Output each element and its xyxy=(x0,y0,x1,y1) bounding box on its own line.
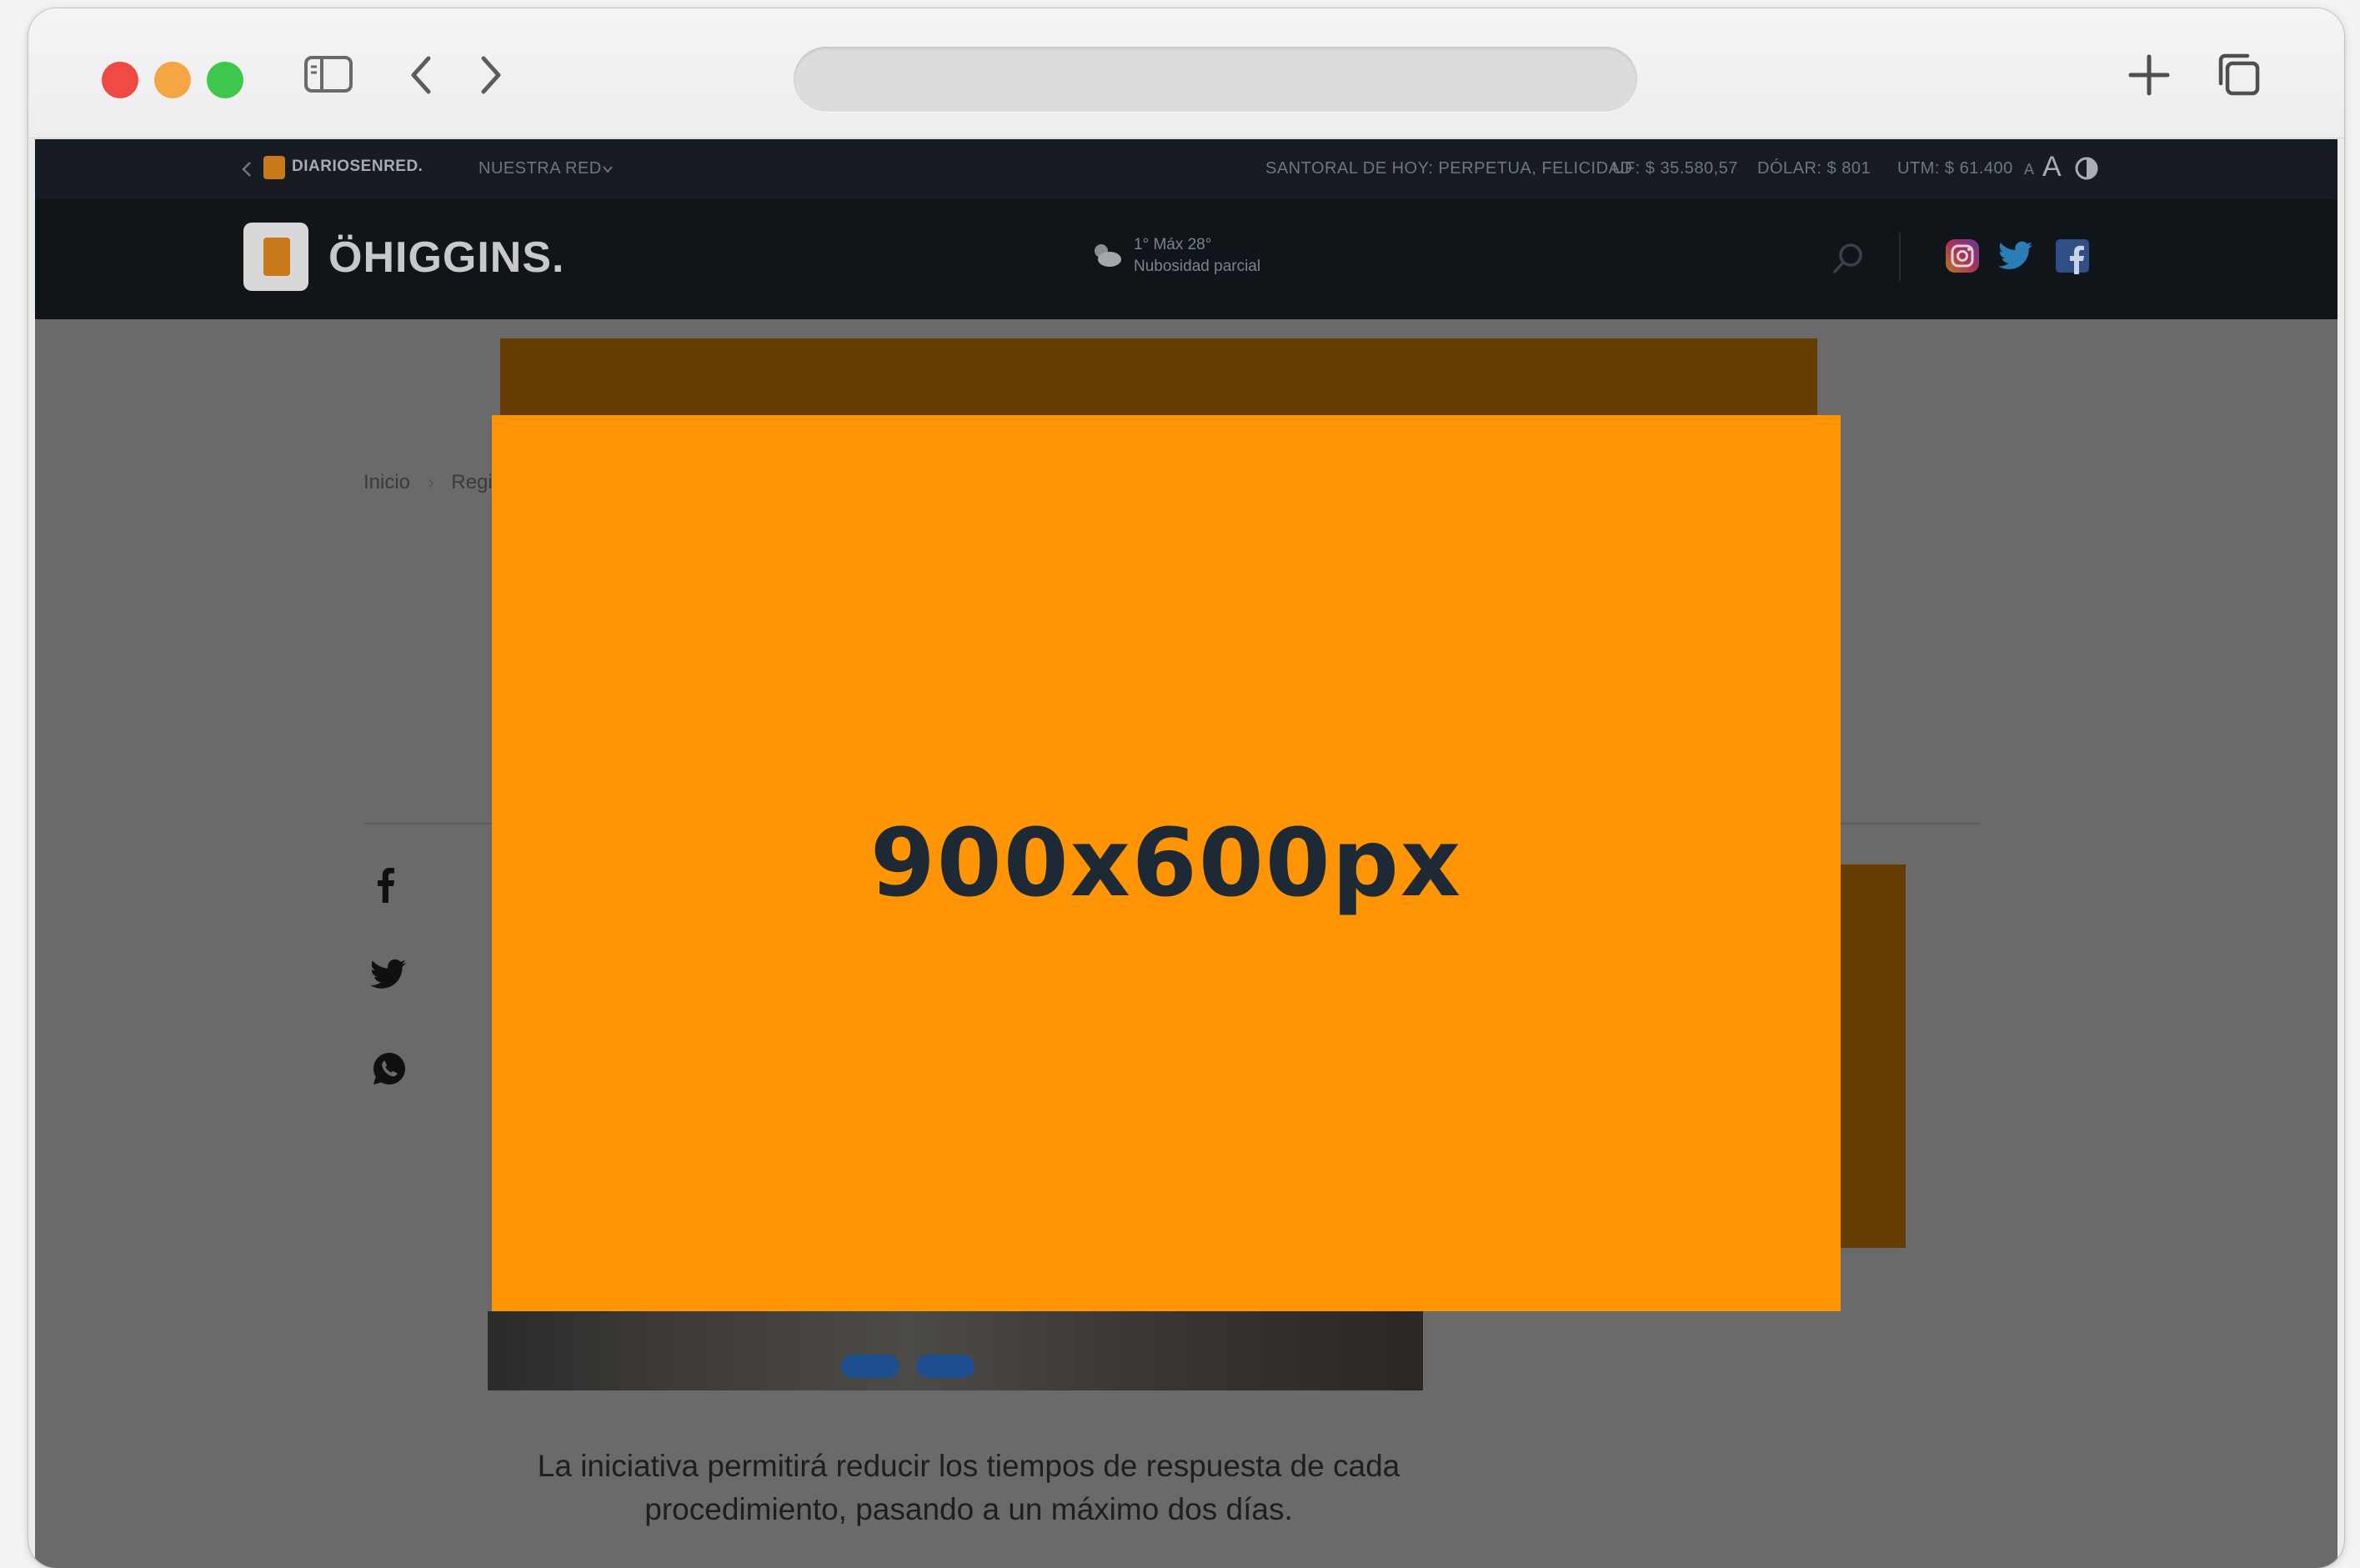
article-photo xyxy=(488,1311,1423,1390)
search-icon[interactable] xyxy=(1831,241,1866,276)
weather-temperature: 1° Máx 28° xyxy=(1134,236,1212,253)
network-menu[interactable]: NUESTRA RED xyxy=(479,159,602,178)
partly-cloudy-icon xyxy=(1095,244,1121,267)
ad-size-label: 900x600px xyxy=(869,809,1463,918)
chevron-down-icon[interactable] xyxy=(602,165,614,173)
browser-toolbar xyxy=(28,8,2344,138)
tab-overview-icon[interactable] xyxy=(2216,52,2262,98)
santoral-text: SANTORAL DE HOY: PERPETUA, FELICIDAD xyxy=(1265,159,1633,178)
uf-value: UF: $ 35.580,57 xyxy=(1612,159,1738,178)
web-page: DIARIOSENRED. NUESTRA RED SANTORAL DE HO… xyxy=(35,139,2337,1568)
site-logo-icon[interactable] xyxy=(243,223,308,291)
dolar-value: DÓLAR: $ 801 xyxy=(1757,159,1871,178)
header-divider xyxy=(1899,233,1901,281)
back-icon[interactable] xyxy=(408,55,433,95)
close-window-button[interactable] xyxy=(102,62,138,98)
zoom-window-button[interactable] xyxy=(207,62,243,98)
new-tab-icon[interactable] xyxy=(2127,53,2171,97)
site-header: ÖHIGGINS. 1° Máx 28° Nubosidad parcial xyxy=(35,199,2337,319)
sidebar-toggle-icon[interactable] xyxy=(303,55,353,93)
instagram-icon[interactable] xyxy=(1944,238,1981,274)
share-twitter-icon[interactable] xyxy=(368,958,408,991)
chevron-left-icon[interactable] xyxy=(242,161,252,178)
network-logo[interactable]: DIARIOSENRED. xyxy=(292,158,423,176)
popup-ad[interactable]: 900x600px xyxy=(492,415,1841,1311)
contrast-icon[interactable] xyxy=(2074,156,2099,181)
share-facebook-icon[interactable] xyxy=(377,866,395,903)
top-utility-bar: DIARIOSENRED. NUESTRA RED SANTORAL DE HO… xyxy=(35,139,2337,199)
top-banner-ad xyxy=(500,338,1817,415)
font-increase-button[interactable]: A xyxy=(2042,151,2062,183)
breadcrumb: Inicio › Regi xyxy=(363,471,493,493)
font-decrease-button[interactable]: A xyxy=(2024,161,2035,178)
breadcrumb-section[interactable]: Regi xyxy=(451,471,492,493)
share-whatsapp-icon[interactable] xyxy=(372,1051,407,1086)
photo-caption: La iniciativa permitirá reducir los tiem… xyxy=(537,1449,1400,1526)
forward-icon[interactable] xyxy=(479,55,504,95)
site-logo[interactable]: ÖHIGGINS. xyxy=(328,233,564,283)
address-bar[interactable] xyxy=(794,47,1637,112)
twitter-icon[interactable] xyxy=(1997,238,2034,274)
weather-description: Nubosidad parcial xyxy=(1134,258,1261,275)
utm-value: UTM: $ 61.400 xyxy=(1897,159,2013,178)
network-logo-icon xyxy=(263,156,285,179)
facebook-icon[interactable] xyxy=(2054,238,2091,274)
breadcrumb-home[interactable]: Inicio xyxy=(363,471,410,493)
browser-window: DIARIOSENRED. NUESTRA RED SANTORAL DE HO… xyxy=(28,8,2344,1568)
minimize-window-button[interactable] xyxy=(154,62,191,98)
